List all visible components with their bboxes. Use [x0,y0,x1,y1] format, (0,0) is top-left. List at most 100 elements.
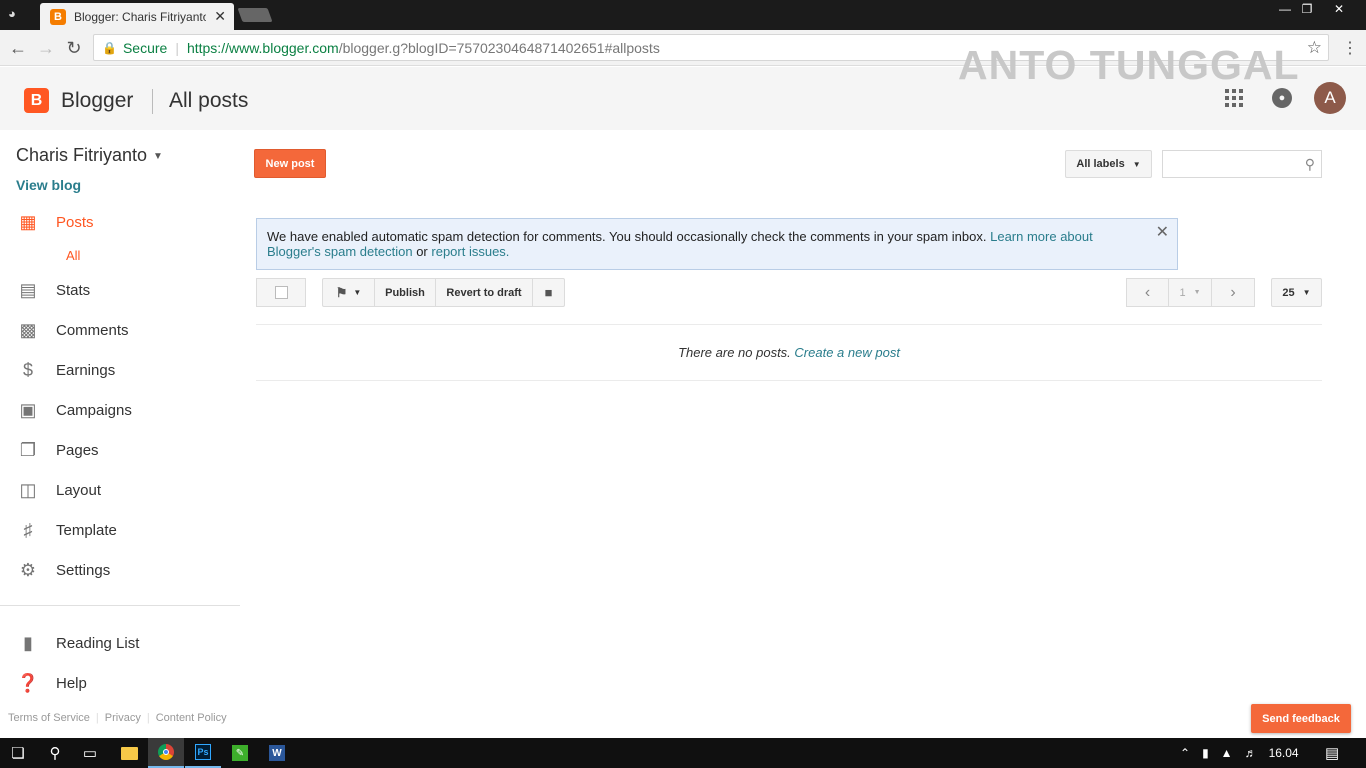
notifications-bell-icon[interactable]: ● [1272,88,1292,108]
windows-start-icon[interactable]: ❏ [0,738,36,768]
footer-separator: | [146,712,150,724]
sidebar-item-label: Settings [56,561,111,579]
content-policy-link[interactable]: Content Policy [156,712,227,724]
labels-filter-label: All labels [1076,158,1125,170]
trash-icon: ■ [544,285,553,300]
header-divider [152,89,153,114]
chevron-right-icon: › [1230,283,1236,301]
browser-tab[interactable]: B Blogger: Charis Fitriyanto ✕ [40,3,234,30]
view-blog-link[interactable]: View blog [16,177,81,193]
blog-name: Charis Fitriyanto [16,145,148,165]
forward-icon[interactable]: → [34,36,58,60]
empty-state-text: There are no posts. [678,345,791,360]
publish-button[interactable]: Publish [374,278,436,307]
chevron-down-icon: ▼ [1193,289,1201,296]
close-window-icon[interactable]: ✕ [1324,0,1354,18]
sidebar-subitem-all[interactable]: All [66,248,80,263]
watermark-text: ANTO TUNGGAL [958,42,1300,88]
footer-separator: | [95,712,99,724]
search-icon[interactable]: ⚲ [37,738,73,768]
sidebar-item-posts[interactable]: ▦ Posts [0,202,240,242]
blogger-favicon-icon: B [50,8,66,25]
back-icon[interactable]: ← [6,36,30,60]
list-top-divider [256,324,1322,325]
label-menu-button[interactable]: ⚑ ▼ [322,278,375,307]
sidebar-item-stats[interactable]: ▤ Stats [0,270,240,310]
select-all-checkbox[interactable] [256,278,306,307]
help-icon: ❓ [16,672,40,693]
apps-grid-icon[interactable] [1225,89,1243,107]
sidebar-footer: Terms of Service | Privacy | Content Polic… [8,712,227,724]
posts-per-page-select[interactable]: 25 ▼ [1271,278,1322,307]
privacy-link[interactable]: Privacy [105,712,141,724]
create-new-post-link[interactable]: Create a new post [794,345,900,360]
blog-selector[interactable]: Charis Fitriyanto ▼ [16,145,163,166]
sidebar-item-reading-list[interactable]: ▮ Reading List [0,623,240,663]
sidebar-item-layout[interactable]: ◫ Layout [0,470,240,510]
network-signal-icon[interactable]: ▲ [1221,746,1233,760]
checkbox-box [274,286,288,299]
next-page-button[interactable]: › [1211,278,1255,307]
chrome-icon[interactable] [148,738,184,768]
sidebar-item-comments[interactable]: ▩ Comments [0,310,240,350]
clock-time[interactable]: 16.04 [1269,746,1299,760]
ad-icon: ▣ [19,399,37,420]
volume-icon[interactable]: ♬ [1245,746,1257,760]
send-feedback-button[interactable]: Send feedback [1251,704,1351,733]
sidebar-item-settings[interactable]: ⚙ Settings [0,550,240,590]
revert-to-draft-button[interactable]: Revert to draft [435,278,533,307]
spam-detection-notice: We have enabled automatic spam detection… [256,218,1178,270]
new-post-button[interactable]: New post [254,149,326,178]
search-icon[interactable]: ⚲ [1305,156,1315,173]
bookmark-icon: ▮ [23,632,33,653]
browser-menu-icon[interactable]: ⋮ [1342,36,1358,60]
account-avatar[interactable]: A [1314,82,1346,114]
word-icon[interactable]: W [259,738,295,768]
sidebar-item-help[interactable]: ❓ Help [0,663,240,703]
brand-name[interactable]: Blogger [61,89,133,113]
browser-titlebar: ◕ B Blogger: Charis Fitriyanto ✕ — ❐ ✕ [0,0,1366,30]
search-input[interactable]: ⚲ [1162,150,1322,178]
chevron-up-icon[interactable]: ⌃ [1180,746,1190,760]
chevron-left-icon: ‹ [1144,283,1151,301]
close-tab-icon[interactable]: ✕ [214,8,226,25]
reload-icon[interactable]: ↻ [62,36,86,60]
layout-icon: ◫ [19,479,37,500]
report-issues-link[interactable]: report issues. [431,244,509,259]
notice-or: or [416,244,428,259]
page-select[interactable]: 1 ▼ [1168,278,1212,307]
lock-icon: 🔒 [102,40,117,55]
sidebar-item-label: Stats [56,281,91,299]
photoshop-icon[interactable]: Ps [185,738,221,768]
labels-filter-dropdown[interactable]: All labels ▼ [1065,150,1152,178]
restore-icon[interactable]: ❐ [1292,0,1322,18]
file-explorer-icon[interactable] [111,738,147,768]
tag-icon: ⚑ [335,284,348,300]
chevron-down-icon: ▼ [1302,288,1311,297]
blogger-logo-icon[interactable]: B [24,88,49,113]
chevron-down-icon: ▼ [153,150,163,162]
sidebar-item-campaigns[interactable]: ▣ Campaigns [0,390,240,430]
action-center-icon[interactable]: ▤ [1325,738,1339,768]
terms-link[interactable]: Terms of Service [8,712,90,724]
close-notice-icon[interactable]: ✕ [1156,225,1169,241]
new-tab-button[interactable] [237,8,273,22]
sidebar-item-earnings[interactable]: $ Earnings [0,350,240,390]
sidebar-item-label: Template [56,521,117,539]
secure-label: Secure [122,39,168,56]
incognito-icon: ◕ [8,6,16,21]
delete-button[interactable]: ■ [532,278,565,307]
previous-page-button[interactable]: ‹ [1126,278,1169,307]
task-view-icon[interactable]: ▭ [72,738,108,768]
sidebar-item-label: Reading List [56,634,140,652]
page-number: 1 [1179,286,1186,299]
battery-icon[interactable]: ▮ [1202,746,1209,760]
notice-text: We have enabled automatic spam detection… [267,229,987,244]
chrome-logo [158,744,174,760]
bookmark-star-icon[interactable]: ☆ [1307,38,1322,58]
sidebar-item-template[interactable]: ♯ Template [0,510,240,550]
coreldraw-icon[interactable]: ✎ [222,738,258,768]
tab-title: Blogger: Charis Fitriyanto [74,9,207,24]
posts-icon: ▦ [19,211,37,232]
sidebar-item-pages[interactable]: ❐ Pages [0,430,240,470]
